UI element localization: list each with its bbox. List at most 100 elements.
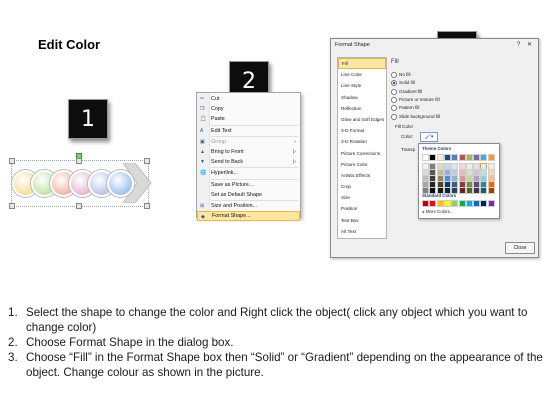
color-swatch[interactable] (451, 200, 459, 207)
context-menu-label: Set as Default Shape (211, 191, 262, 198)
context-menu-item[interactable]: ▲ Bring to Front |› (197, 147, 300, 157)
context-menu-item[interactable]: ❐ Copy (197, 104, 300, 114)
resize-handle[interactable] (144, 203, 150, 209)
color-swatch[interactable] (473, 187, 481, 194)
color-swatch[interactable] (480, 187, 488, 194)
fill-option-radio[interactable]: Solid fill (391, 80, 415, 87)
instructions-list: 1. Select the shape to change the color … (8, 305, 556, 380)
context-menu-label: Bring to Front (211, 148, 244, 155)
nav-item[interactable]: Glow and Soft Edges (338, 114, 386, 125)
nav-item[interactable]: Alt Text (338, 226, 386, 237)
context-menu-item[interactable]: ✂ Cut (197, 94, 300, 104)
color-swatch[interactable] (480, 154, 488, 161)
instruction-text: Choose “Fill” in the Format Shape box th… (26, 351, 543, 379)
dialog-nav-list: Fill Line Color Line Style Shadow Reflection… (337, 57, 387, 239)
nav-item[interactable]: Shadow (338, 92, 386, 103)
nav-item[interactable]: Size (338, 192, 386, 203)
color-swatch[interactable] (422, 200, 429, 207)
help-icon[interactable]: ? (514, 41, 523, 49)
color-swatch[interactable] (487, 154, 495, 161)
submenu-arrow-icon: |› (292, 148, 296, 155)
dialog-title: Format Shape (335, 42, 370, 48)
nav-item[interactable]: Picture Color (338, 159, 386, 170)
radio-button[interactable] (391, 88, 397, 95)
nav-item[interactable]: 3-D Rotation (338, 136, 386, 147)
fill-option-radio[interactable]: Picture or texture fill (391, 96, 440, 103)
fill-option-radio[interactable]: Gradient fill (391, 88, 422, 95)
color-swatch[interactable] (451, 154, 459, 161)
radio-button[interactable] (391, 113, 397, 120)
radio-button[interactable] (391, 105, 397, 112)
context-menu-item[interactable]: ◆ Format Shape... (197, 211, 300, 222)
nav-item[interactable]: Text Box (338, 215, 386, 226)
color-swatch[interactable] (429, 200, 437, 207)
color-swatch[interactable] (473, 200, 481, 207)
context-menu-item[interactable]: Save as Picture... (197, 180, 300, 190)
selected-shape-group[interactable] (8, 153, 152, 213)
fill-color-label: Fill Color (395, 124, 414, 129)
nav-item[interactable]: Line Color (338, 69, 386, 80)
context-menu-item[interactable]: ▼ Send to Back |› (197, 157, 300, 167)
color-picker-button[interactable]: 🖌▾ (420, 132, 438, 142)
transparency-label: Transp (401, 147, 416, 152)
instruction-item: 1. Select the shape to change the color … (8, 305, 556, 335)
context-menu: ✂ Cut ❐ Copy 📋 Paste A Edit Text ▣ Group › ▲ Bring t… (196, 92, 301, 222)
context-menu-item[interactable]: ▣ Group › (197, 137, 300, 147)
color-swatch[interactable] (458, 187, 466, 194)
nav-item[interactable]: Crop (338, 181, 386, 192)
nav-item[interactable]: Reflection (338, 103, 386, 114)
resize-handle[interactable] (76, 158, 82, 164)
close-icon[interactable]: ✕ (525, 41, 534, 49)
nav-item[interactable]: Position (338, 203, 386, 214)
nav-item[interactable]: Picture Corrections (338, 148, 386, 159)
color-swatch[interactable] (422, 154, 429, 161)
context-menu-item[interactable]: 📋 Paste (197, 114, 300, 124)
fill-option-radio[interactable]: Slide background fill (391, 113, 441, 120)
nav-item[interactable]: 3-D Format (338, 125, 386, 136)
context-menu-label: Cut (211, 96, 220, 102)
instruction-item: 3. Choose “Fill” in the Format Shape box… (8, 350, 556, 380)
close-button[interactable]: Close (505, 242, 535, 254)
instruction-number: 1. (8, 306, 18, 319)
color-swatch[interactable] (465, 200, 473, 207)
resize-handle[interactable] (76, 203, 82, 209)
color-swatch[interactable] (429, 154, 437, 161)
fill-option-radio[interactable]: Pattern fill (391, 105, 419, 112)
context-menu-label: Copy (211, 106, 224, 113)
color-swatch[interactable] (443, 154, 451, 161)
size-icon: ⊞ (200, 202, 205, 209)
scissors-icon: ✂ (200, 96, 205, 102)
radio-button[interactable] (391, 96, 397, 103)
fill-option-radio[interactable]: No fill (391, 72, 411, 78)
nav-item[interactable]: Artistic Effects (338, 170, 386, 181)
color-swatch[interactable] (458, 154, 466, 161)
more-colors-option[interactable]: ● More Colors... (422, 209, 453, 214)
context-menu-item[interactable]: 🌐 Hyperlink... (197, 168, 300, 178)
resize-handle[interactable] (9, 203, 15, 209)
shape-circle[interactable] (107, 170, 134, 197)
instruction-text: Select the shape to change the color and… (26, 306, 528, 334)
send-back-icon: ▼ (200, 159, 205, 166)
context-menu-item[interactable]: A Edit Text (197, 126, 300, 136)
fill-option-label: Slide background fill (399, 113, 441, 119)
context-menu-item[interactable]: ⊞ Size and Position... (197, 201, 300, 211)
color-swatch[interactable] (487, 187, 495, 194)
nav-item[interactable]: Fill (338, 58, 386, 70)
color-swatch[interactable] (473, 154, 481, 161)
color-swatch[interactable] (465, 187, 473, 194)
context-menu-item[interactable]: Set as Default Shape (197, 190, 300, 200)
resize-handle[interactable] (9, 158, 15, 164)
fill-section-title: Fill (391, 59, 399, 65)
radio-button[interactable] (391, 80, 397, 87)
color-swatch[interactable] (443, 200, 451, 207)
color-swatch[interactable] (487, 200, 495, 207)
color-swatch[interactable] (458, 200, 466, 207)
radio-button[interactable] (391, 72, 397, 78)
color-swatch[interactable] (480, 200, 488, 207)
color-swatch[interactable] (436, 200, 444, 207)
color-swatch[interactable] (436, 154, 444, 161)
nav-item[interactable]: Line Style (338, 80, 386, 91)
color-swatch[interactable] (465, 154, 473, 161)
instruction-number: 2. (8, 336, 18, 349)
more-colors-label: More Colors... (425, 209, 454, 214)
